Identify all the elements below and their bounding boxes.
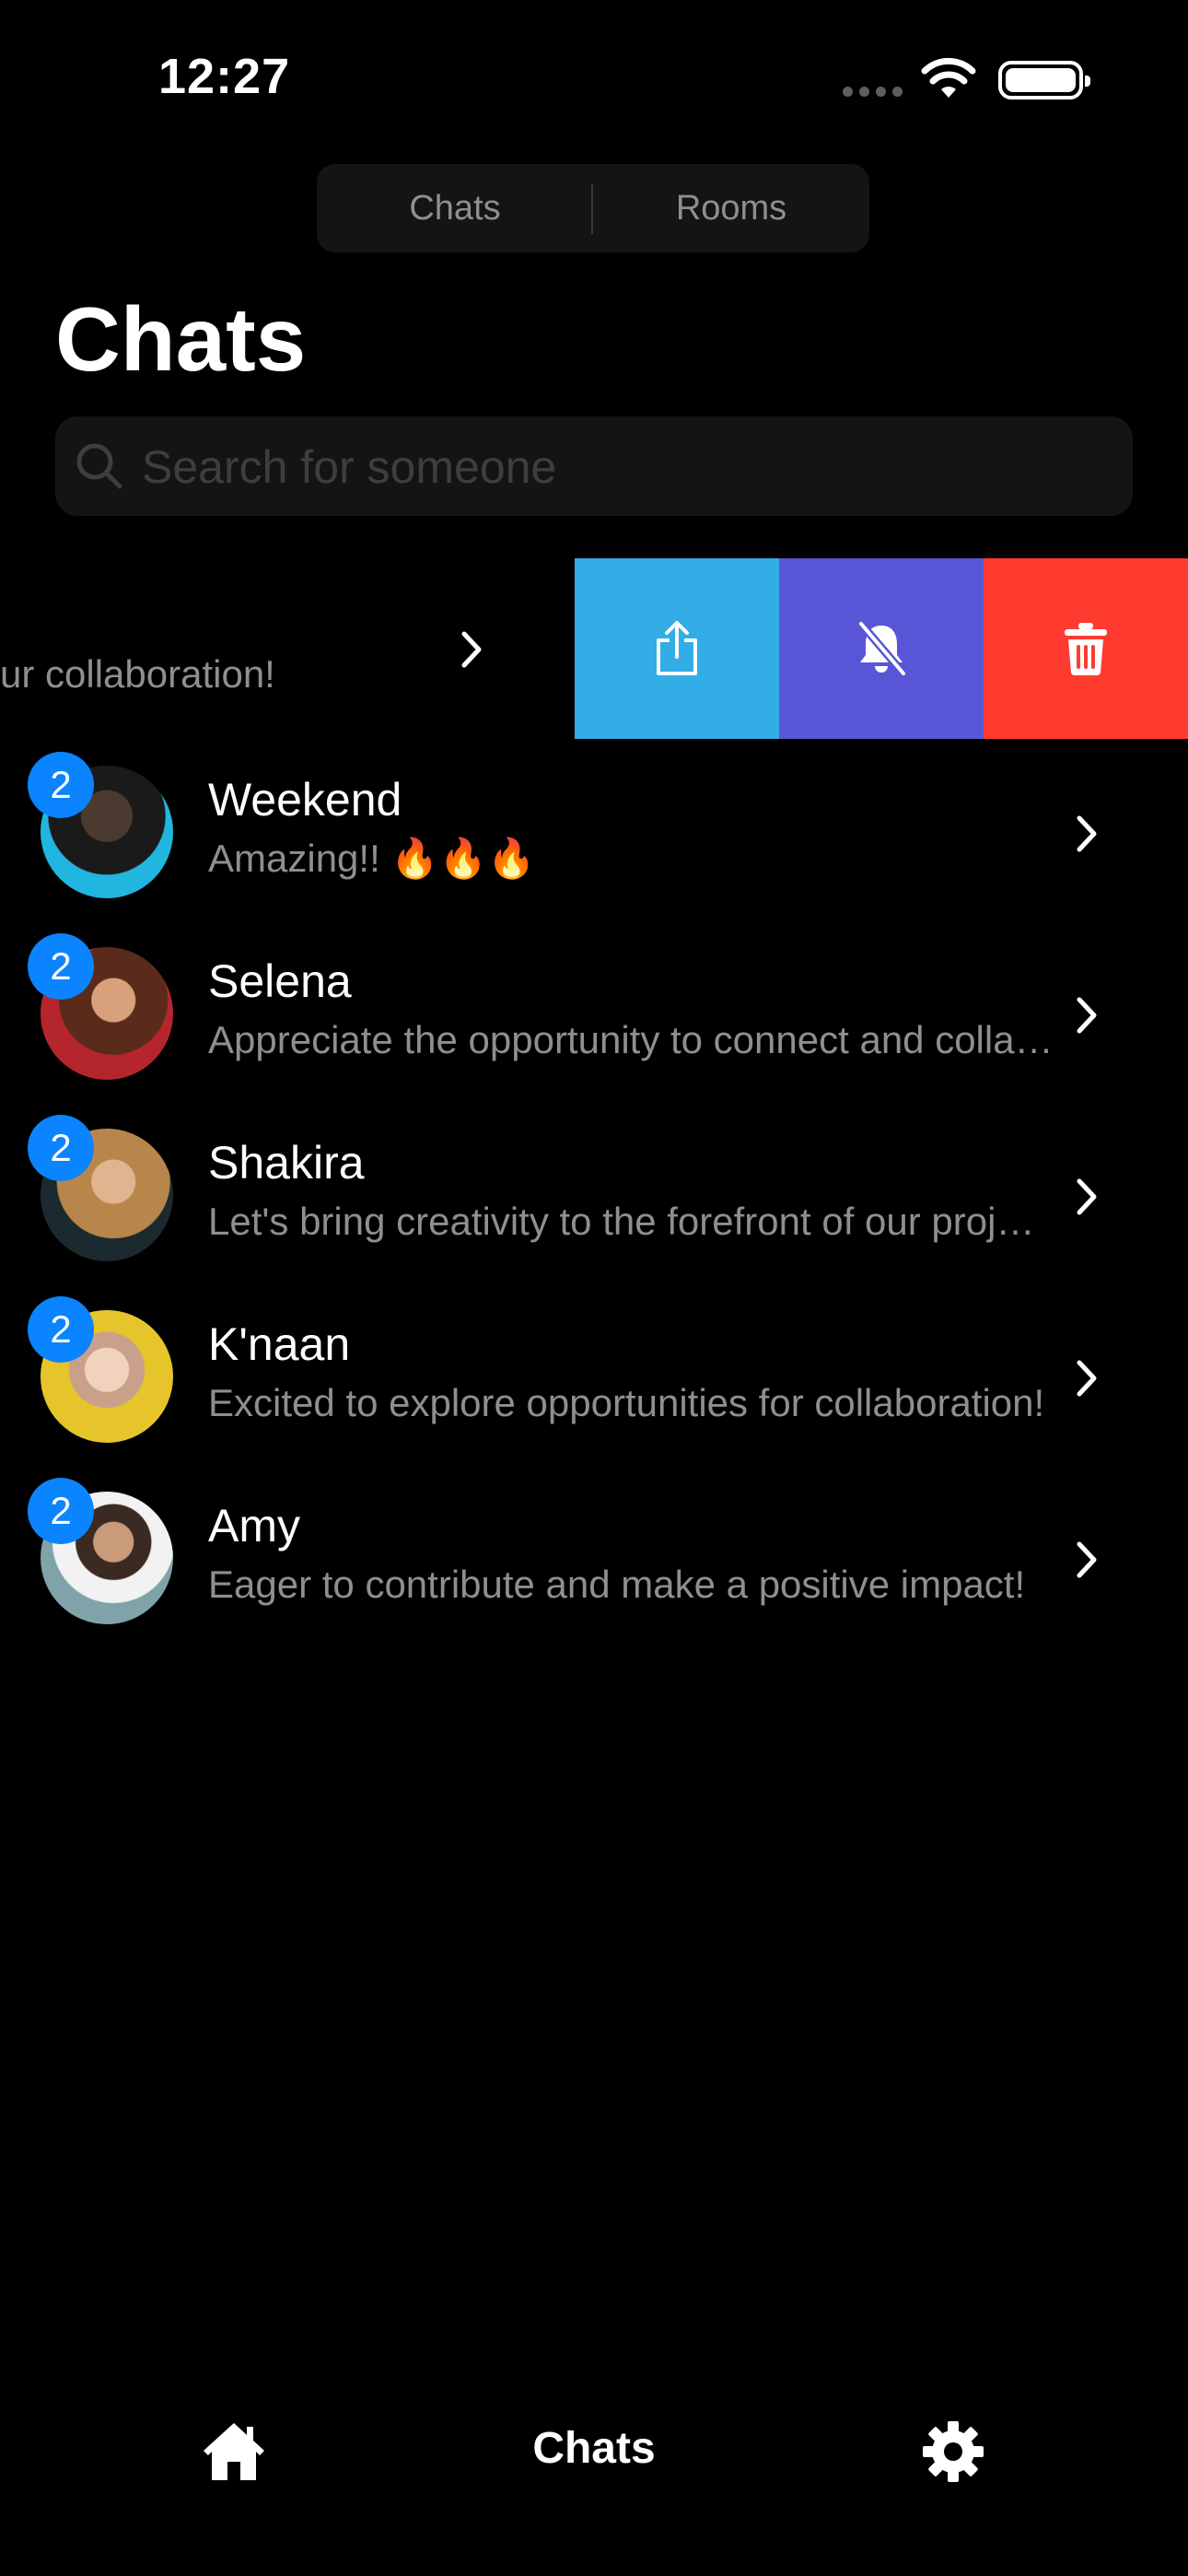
chat-name: K'naan	[208, 1318, 351, 1370]
chat-row-knaan[interactable]: 2 K'naan Excited to explore opportunitie…	[0, 1283, 1188, 1465]
bell-slash-icon	[856, 620, 908, 677]
chat-preview: Eager to contribute and make a positive …	[208, 1563, 1026, 1606]
wifi-icon	[921, 57, 976, 98]
chevron-right-icon	[1077, 997, 1097, 1034]
chat-row-amy[interactable]: 2 Amy Eager to contribute and make a pos…	[0, 1465, 1188, 1646]
status-time: 12:27	[158, 49, 291, 104]
search-icon	[76, 443, 122, 489]
battery-icon	[998, 61, 1090, 100]
chat-row-shakira[interactable]: 2 Shakira Let's bring creativity to the …	[0, 1102, 1188, 1283]
chat-preview: Excited to explore opportunities for col…	[208, 1381, 1045, 1424]
segment-rooms[interactable]: Rooms	[593, 164, 869, 252]
chevron-right-icon	[1077, 815, 1097, 852]
chat-name: Shakira	[208, 1137, 365, 1188]
segment-chats[interactable]: Chats	[317, 164, 593, 252]
chat-preview: Let's bring creativity to the forefront …	[208, 1200, 1055, 1243]
unread-badge: 2	[28, 933, 94, 1000]
chat-name: Amy	[208, 1500, 300, 1551]
trash-icon	[1065, 623, 1107, 675]
mute-action-button[interactable]	[779, 558, 984, 739]
gear-icon[interactable]	[921, 2419, 985, 2484]
chevron-right-icon	[1077, 1360, 1097, 1397]
tab-chats[interactable]: Chats	[0, 2423, 1188, 2474]
search-input[interactable]	[140, 416, 1120, 518]
chat-preview: Amazing!! 🔥🔥🔥	[208, 837, 536, 880]
chat-name: Weekend	[208, 774, 402, 825]
unread-badge: 2	[28, 1296, 94, 1363]
delete-action-button[interactable]	[984, 558, 1188, 739]
chat-row-selena[interactable]: 2 Selena Appreciate the opportunity to c…	[0, 920, 1188, 1102]
unread-badge: 2	[28, 1115, 94, 1181]
share-icon	[657, 621, 697, 675]
chevron-right-icon	[1077, 1541, 1097, 1578]
search-bar[interactable]	[55, 416, 1133, 518]
chevron-right-icon	[461, 631, 482, 668]
swiped-chat-preview: ur collaboration!	[0, 652, 275, 696]
page-title: Chats	[55, 288, 307, 390]
chat-row-weekend[interactable]: 2 Weekend Amazing!! 🔥🔥🔥	[0, 739, 1188, 920]
share-action-button[interactable]	[575, 558, 779, 739]
chats-rooms-segmented-control: Chats Rooms	[317, 164, 869, 252]
unread-badge: 2	[28, 1478, 94, 1544]
unread-badge: 2	[28, 752, 94, 818]
cellular-signal-icon	[843, 87, 903, 98]
chat-name: Selena	[208, 955, 352, 1007]
chat-preview: Appreciate the opportunity to connect an…	[208, 1018, 1055, 1061]
chevron-right-icon	[1077, 1178, 1097, 1215]
